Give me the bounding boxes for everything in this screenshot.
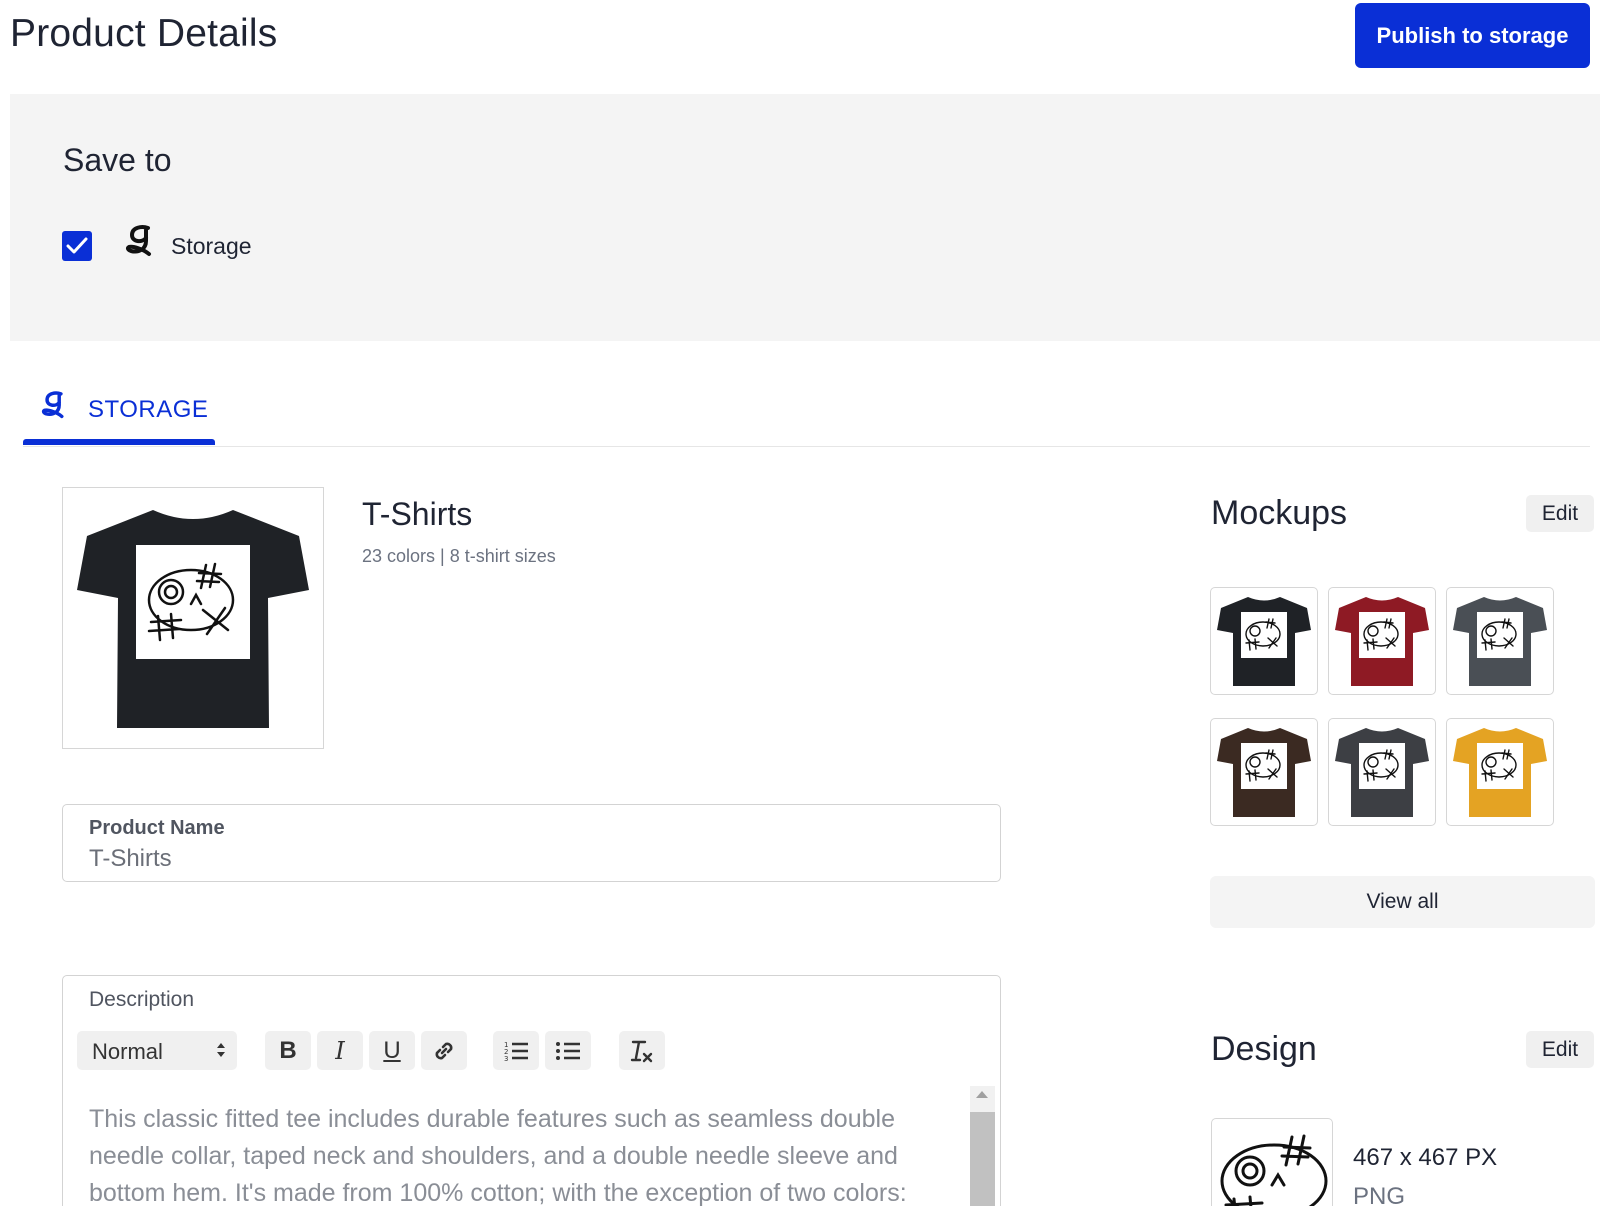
ordered-list-icon: 123 <box>504 1041 528 1063</box>
storage-logo-icon <box>41 391 64 419</box>
mockups-title: Mockups <box>1211 494 1348 532</box>
storage-checkbox[interactable] <box>62 231 92 261</box>
underline-button[interactable]: U <box>369 1031 415 1070</box>
tshirt-mockup-icon <box>1453 728 1547 817</box>
tshirt-mockup-icon <box>1335 597 1429 686</box>
underline-icon: U <box>383 1036 401 1064</box>
publish-button[interactable]: Publish to storage <box>1355 3 1590 68</box>
design-thumbnail <box>1211 1118 1333 1206</box>
product-title: T-Shirts <box>362 496 473 532</box>
scrollbar-thumb[interactable] <box>970 1112 995 1206</box>
mockup-thumbnail[interactable] <box>1328 587 1436 695</box>
bullet-list-button[interactable] <box>545 1031 591 1070</box>
tshirt-mockup-icon <box>1217 728 1311 817</box>
bullet-list-icon <box>556 1041 580 1060</box>
mockup-thumbnail[interactable] <box>1446 587 1554 695</box>
storage-option-label: Storage <box>171 233 252 259</box>
tab-storage[interactable]: STORAGE <box>23 372 215 446</box>
save-to-panel: Save to Storage <box>10 94 1600 341</box>
description-label: Description <box>89 988 195 1011</box>
scroll-up-arrow-icon[interactable] <box>976 1091 988 1098</box>
design-artwork-icon <box>1220 1134 1328 1206</box>
text-format-select[interactable]: Normal <box>77 1031 237 1070</box>
tab-storage-label: STORAGE <box>88 396 209 423</box>
design-format: PNG <box>1353 1183 1406 1206</box>
product-image <box>62 487 324 749</box>
product-name-input[interactable]: T-Shirts <box>89 845 172 873</box>
product-meta: 23 colors | 8 t-shirt sizes <box>362 546 556 566</box>
page-header: Product Details Publish to storage <box>0 0 1600 94</box>
bold-button[interactable]: B <box>265 1031 311 1070</box>
tshirt-mockup-icon <box>1453 597 1547 686</box>
bold-icon: B <box>279 1036 297 1064</box>
design-title: Design <box>1211 1030 1317 1068</box>
mockup-thumbnail[interactable] <box>1210 587 1318 695</box>
italic-icon: I <box>335 1036 345 1065</box>
view-all-button[interactable]: View all <box>1210 876 1595 928</box>
svg-text:3: 3 <box>504 1055 508 1063</box>
save-to-title: Save to <box>63 142 172 178</box>
channel-tabs: STORAGE <box>23 372 1590 447</box>
text-format-value: Normal <box>92 1039 163 1064</box>
ordered-list-button[interactable]: 123 <box>493 1031 539 1070</box>
tshirt-mockup-icon <box>77 510 309 728</box>
design-dimensions: 467 x 467 PX <box>1353 1144 1498 1171</box>
link-icon <box>435 1042 453 1059</box>
page-title: Product Details <box>10 12 278 55</box>
description-editor: Description Normal B I U 123 This classi… <box>62 975 1001 1206</box>
checkmark-icon <box>66 237 88 254</box>
description-scrollbar[interactable] <box>970 1086 995 1206</box>
italic-button[interactable]: I <box>317 1031 363 1070</box>
description-text[interactable]: This classic fitted tee includes durable… <box>89 1101 949 1206</box>
tab-active-indicator <box>23 439 215 445</box>
select-arrows-icon <box>217 1043 225 1057</box>
tshirt-mockup-icon <box>1217 597 1311 686</box>
mockups-edit-button[interactable]: Edit <box>1526 495 1594 532</box>
tshirt-mockup-icon <box>1335 728 1429 817</box>
storage-logo-icon <box>125 225 151 256</box>
product-name-label: Product Name <box>89 817 225 839</box>
mockup-thumbnail[interactable] <box>1210 718 1318 826</box>
design-edit-button[interactable]: Edit <box>1526 1031 1594 1068</box>
mockup-thumbnail[interactable] <box>1446 718 1554 826</box>
mockup-thumbnail[interactable] <box>1328 718 1436 826</box>
link-button[interactable] <box>421 1031 467 1070</box>
product-name-field[interactable]: Product Name T-Shirts <box>62 804 1001 882</box>
clear-format-icon <box>630 1040 653 1062</box>
clear-format-button[interactable] <box>619 1031 665 1070</box>
